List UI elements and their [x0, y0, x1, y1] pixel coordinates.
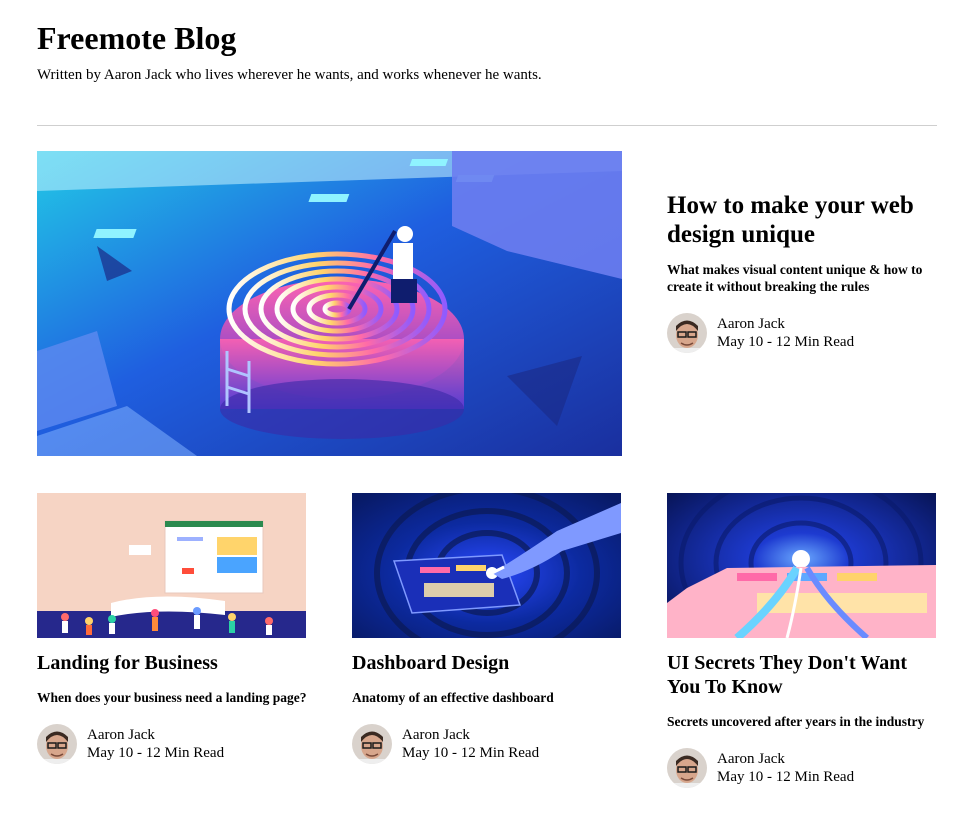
landing-page-crowd-illustration	[37, 493, 306, 638]
post-date-read: May 10 - 12 Min Read	[717, 334, 855, 350]
site-title[interactable]: Freemote Blog	[37, 18, 937, 58]
post-card-title[interactable]: Dashboard Design	[352, 651, 622, 675]
author-avatar	[667, 748, 707, 788]
author-block: Aaron Jack May 10 - 12 Min Read	[667, 313, 937, 353]
post-card-description: When does your business need a landing p…	[37, 690, 307, 705]
author-avatar	[37, 724, 77, 764]
post-card-title[interactable]: Landing for Business	[37, 651, 307, 675]
featured-post[interactable]: How to make your web design unique What …	[37, 151, 937, 456]
post-card-description: Secrets uncovered after years in the ind…	[667, 714, 925, 729]
post-card-landing[interactable]: Landing for Business When does your busi…	[37, 493, 307, 764]
featured-post-meta: How to make your web design unique What …	[667, 191, 937, 353]
author-block: Aaron Jack May 10 - 12 Min Read	[352, 724, 622, 764]
ui-cosmic-portal-illustration	[667, 493, 936, 638]
post-date-read: May 10 - 12 Min Read	[717, 769, 855, 785]
post-card-dashboard[interactable]: Dashboard Design Anatomy of an effective…	[352, 493, 622, 764]
author-block: Aaron Jack May 10 - 12 Min Read	[667, 748, 937, 788]
featured-post-title[interactable]: How to make your web design unique	[667, 191, 937, 249]
header-divider	[37, 125, 937, 126]
author-name[interactable]: Aaron Jack	[717, 315, 854, 333]
post-card-image[interactable]	[352, 493, 621, 638]
fingerprint-pool-illustration	[37, 151, 622, 456]
author-name[interactable]: Aaron Jack	[87, 726, 224, 744]
post-date-read: May 10 - 12 Min Read	[87, 745, 225, 761]
author-avatar	[352, 724, 392, 764]
post-card-image[interactable]	[37, 493, 306, 638]
author-block: Aaron Jack May 10 - 12 Min Read	[37, 724, 307, 764]
post-date-read: May 10 - 12 Min Read	[402, 745, 540, 761]
dashboard-tablet-hand-illustration	[352, 493, 621, 638]
post-card-ui-secrets[interactable]: UI Secrets They Don't Want You To Know S…	[667, 493, 937, 788]
author-name[interactable]: Aaron Jack	[402, 726, 539, 744]
author-name[interactable]: Aaron Jack	[717, 750, 854, 768]
post-card-description: Anatomy of an effective dashboard	[352, 690, 554, 705]
author-avatar	[667, 313, 707, 353]
featured-post-image[interactable]	[37, 151, 622, 456]
blog-header: Freemote Blog Written by Aaron Jack who …	[37, 18, 937, 86]
post-card-image[interactable]	[667, 493, 936, 638]
site-subtitle: Written by Aaron Jack who lives wherever…	[37, 67, 542, 83]
featured-post-description: What makes visual content unique & how t…	[667, 262, 923, 294]
post-card-title[interactable]: UI Secrets They Don't Want You To Know	[667, 651, 937, 699]
